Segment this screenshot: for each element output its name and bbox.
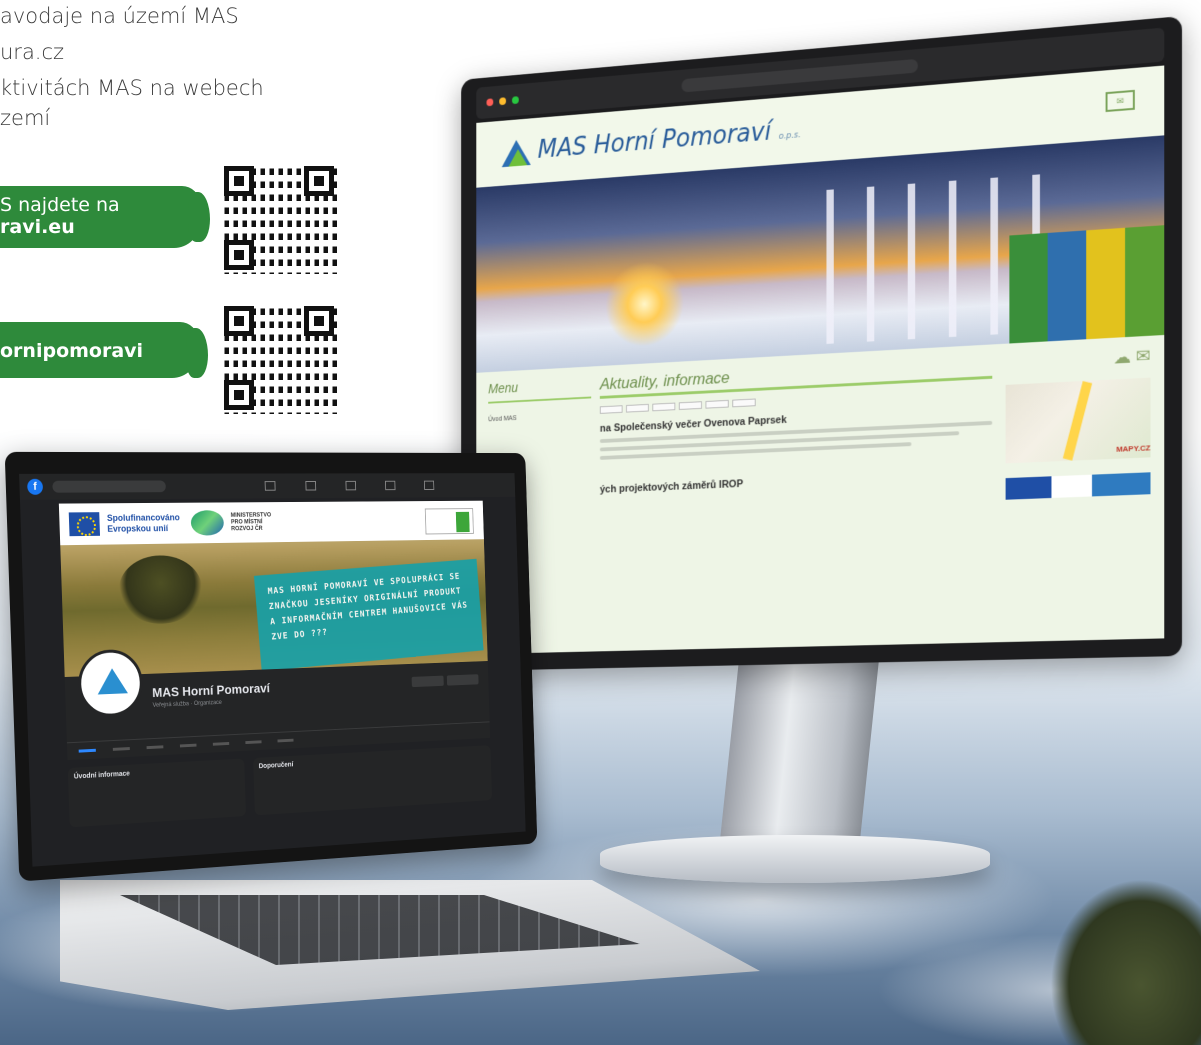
eu-logo-strip [1005,472,1151,500]
groups-icon[interactable] [384,480,396,491]
cover-photo: Spolufinancováno Evropskou unií MINISTER… [58,500,488,678]
qr-code-web [220,162,338,274]
monitor-bezel: MAS Horní Pomoraví o.p.s. ✉ Menu Úvod MA… [461,16,1182,672]
facebook-search-input[interactable] [52,480,166,493]
cloud-mail-icons[interactable]: ☁ ✉ [1006,346,1150,379]
eu-flag-icon [68,512,101,537]
tab-about[interactable] [112,747,130,751]
text-line-2: ura.cz [0,40,65,64]
filter-chip[interactable] [732,398,756,408]
news-column: Aktuality, informace na Společenský veče… [599,354,993,515]
mmr-logo-icon [190,510,225,536]
web-banner-line-1: S najdete na [0,194,120,216]
facebook-topbar: f [19,473,516,500]
intro-card-title: Úvodní informace [73,770,130,781]
tree-silhouette [971,785,1201,1045]
tab-reviews[interactable] [179,743,197,748]
page-content: Úvodní informace Doporučení [67,745,493,828]
recommendations-card-title: Doporučení [258,761,294,771]
text-line-4: zemí [0,106,51,130]
minimize-icon[interactable] [499,97,507,106]
search-button[interactable] [446,674,479,686]
facebook-link-banner[interactable]: ornipomoravi [0,322,208,378]
page-name[interactable]: MAS Horní Pomoraví [152,681,270,700]
tab-more[interactable] [277,738,294,743]
text-line-1: avodaje na území MAS [0,4,239,28]
cover-announcement: MAS HORNÍ POMORAVÍ VE SPOLUPRÁCI SE ZNAČ… [253,558,484,672]
qr-code-facebook [220,302,338,414]
mas-logo-icon[interactable] [502,137,531,167]
sidebar: ☁ ✉ MAPY.CZ [1005,346,1151,500]
desktop-monitor: MAS Horní Pomoraví o.p.s. ✉ Menu Úvod MA… [461,16,1182,672]
facebook-icon[interactable]: f [27,478,44,495]
site-title[interactable]: MAS Horní Pomoraví o.p.s. [538,115,801,164]
close-icon[interactable] [486,98,494,107]
laptop: f Spolufinancováno Evropskou unií MINIST… [4,451,538,882]
website-screen: MAS Horní Pomoraví o.p.s. ✉ Menu Úvod MA… [476,65,1165,655]
facebook-page-screen: f Spolufinancováno Evropskou unií MINIST… [19,473,526,867]
cover-logo-strip: Spolufinancováno Evropskou unií MINISTER… [58,500,484,546]
fb-banner-text: ornipomoravi [0,340,144,362]
address-bar[interactable] [681,58,918,93]
recommendations-card: Doporučení [253,745,493,816]
filter-chip[interactable] [599,405,623,414]
filter-chip[interactable] [678,401,702,410]
tab-posts[interactable] [78,748,96,753]
gaming-icon[interactable] [423,480,434,490]
mmr-text: MINISTERSTVO PRO MÍSTNÍ ROZVOJ ČR [230,512,272,532]
tab-mentions[interactable] [146,745,164,750]
monitor-foot [600,835,990,883]
web-link-banner[interactable]: S najdete na ravi.eu [0,186,210,248]
lone-tree [117,554,204,625]
page-category: Veřejná služba · Organizace [152,699,222,709]
info-badge-icon [424,508,474,535]
page-action-buttons [411,674,479,688]
maximize-icon[interactable] [511,96,519,105]
menu-heading: Menu [488,375,592,404]
tab-followers[interactable] [212,741,230,746]
monitor-stand [718,640,882,850]
facebook-nav [175,480,515,491]
intro-card: Úvodní informace [67,758,247,828]
envelope-icon[interactable]: ✉ [1105,89,1135,113]
laptop-bezel: f Spolufinancováno Evropskou unií MINIST… [4,451,538,882]
text-line-3: ktivitách MAS na webech [0,76,264,100]
article-title-2[interactable]: ých projektových záměrů IROP [600,468,992,495]
tab-photos[interactable] [245,740,262,745]
menu-item[interactable]: Úvod MAS [488,412,591,423]
marketplace-icon[interactable] [345,480,356,491]
snowy-trees [810,173,1054,345]
home-icon[interactable] [264,481,276,491]
filter-chip[interactable] [705,399,729,409]
watch-icon[interactable] [304,481,316,491]
filter-chip[interactable] [652,402,676,412]
filter-chip[interactable] [626,403,649,413]
like-button[interactable] [411,675,444,688]
avatar[interactable] [77,648,144,718]
eu-cofinanced-text: Spolufinancováno Evropskou unií [106,512,180,534]
web-banner-line-2: ravi.eu [0,216,75,238]
